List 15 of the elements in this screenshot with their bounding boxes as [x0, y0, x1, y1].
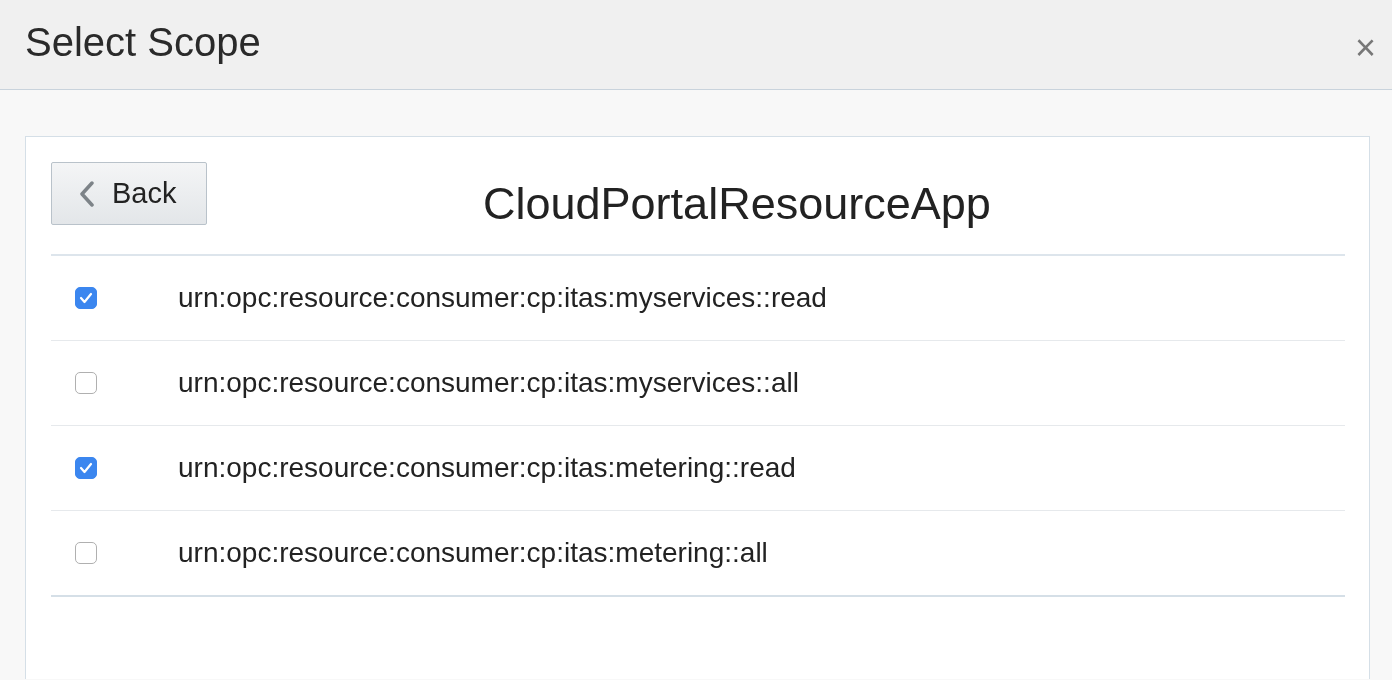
scope-label: urn:opc:resource:consumer:cp:itas:myservices::all [178, 367, 799, 399]
checkbox[interactable] [75, 542, 97, 564]
checkbox[interactable] [75, 457, 97, 479]
close-button[interactable]: × [1354, 30, 1376, 66]
app-name-heading: CloudPortalResourceApp [483, 178, 991, 230]
checkbox[interactable] [75, 287, 97, 309]
back-button[interactable]: Back [51, 162, 207, 225]
dialog-title: Select Scope [25, 20, 261, 65]
scope-label: urn:opc:resource:consumer:cp:itas:metering::read [178, 452, 796, 484]
chevron-left-icon [80, 180, 94, 207]
scope-label: urn:opc:resource:consumer:cp:itas:metering::all [178, 537, 768, 569]
checkmark-icon [79, 462, 93, 474]
scope-label: urn:opc:resource:consumer:cp:itas:myservices::read [178, 282, 827, 314]
checkbox[interactable] [75, 372, 97, 394]
checkmark-icon [79, 292, 93, 304]
